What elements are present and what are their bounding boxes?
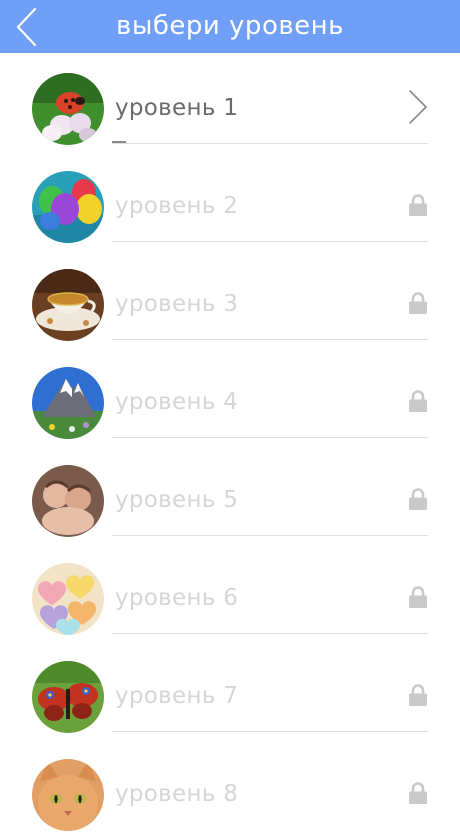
level-7-image (32, 661, 104, 733)
row-divider (112, 731, 428, 732)
level-5-image (32, 465, 104, 537)
level-label: уровень 7 (115, 683, 239, 709)
lock-icon (408, 488, 428, 510)
level-row-1[interactable]: уровень 1 (0, 53, 460, 151)
level-label: уровень 8 (115, 781, 239, 807)
row-divider (112, 143, 428, 144)
lock-icon (408, 194, 428, 216)
level-label: уровень 2 (115, 193, 239, 219)
progress-marker (112, 141, 126, 143)
row-divider (112, 241, 428, 242)
level-label: уровень 3 (115, 291, 239, 317)
chevron-right-icon[interactable] (408, 89, 428, 125)
lock-icon (408, 390, 428, 412)
level-6-image (32, 563, 104, 635)
level-row-2[interactable]: уровень 2 (0, 151, 460, 249)
level-label: уровень 1 (115, 95, 239, 121)
lock-icon (408, 684, 428, 706)
level-label: уровень 4 (115, 389, 239, 415)
level-row-4[interactable]: уровень 4 (0, 347, 460, 445)
row-divider (112, 339, 428, 340)
lock-icon (408, 782, 428, 804)
header-bar: выбери уровень (0, 0, 460, 53)
level-label: уровень 6 (115, 585, 239, 611)
level-1-image (32, 73, 104, 145)
level-row-5[interactable]: уровень 5 (0, 445, 460, 543)
row-divider (112, 633, 428, 634)
level-8-image (32, 759, 104, 831)
level-list: уровень 1 уровень 2 уровень 3 уровень 4 … (0, 53, 460, 837)
level-2-image (32, 171, 104, 243)
lock-icon (408, 586, 428, 608)
level-label: уровень 5 (115, 487, 239, 513)
lock-icon (408, 292, 428, 314)
row-divider (112, 437, 428, 438)
level-row-6[interactable]: уровень 6 (0, 543, 460, 641)
level-row-8[interactable]: уровень 8 (0, 739, 460, 837)
level-row-3[interactable]: уровень 3 (0, 249, 460, 347)
level-row-7[interactable]: уровень 7 (0, 641, 460, 739)
row-divider (112, 535, 428, 536)
level-4-image (32, 367, 104, 439)
page-title: выбери уровень (116, 11, 344, 41)
level-3-image (32, 269, 104, 341)
